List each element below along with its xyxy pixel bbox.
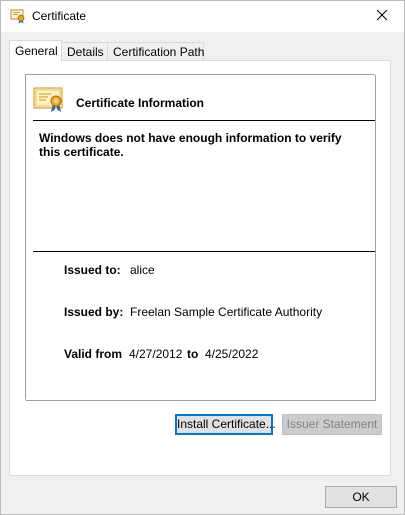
window-title: Certificate [32, 9, 87, 23]
valid-to-value: 4/25/2022 [205, 347, 259, 361]
install-certificate-button[interactable]: Install Certificate... [175, 414, 276, 435]
certificate-ribbon-icon [33, 85, 67, 113]
verification-warning: Windows does not have enough information… [39, 131, 342, 159]
issued-by-value: Freelan Sample Certificate Authority [130, 305, 323, 319]
heading-divider [33, 120, 375, 121]
ok-button[interactable]: OK [325, 486, 397, 508]
info-heading: Certificate Information [76, 96, 205, 110]
certificate-info-frame: Certificate Information Windows does not… [25, 74, 375, 400]
issued-by-label: Issued by: [64, 305, 124, 319]
valid-from-label: Valid from [64, 347, 123, 361]
issued-to-value: alice [130, 263, 155, 277]
title-bar[interactable]: Certificate [1, 1, 404, 32]
close-button[interactable] [360, 1, 404, 32]
issued-to-label: Issued to: [64, 263, 121, 277]
certificate-icon [10, 8, 26, 24]
certificate-dialog: Certificate General Details Certificatio… [0, 0, 405, 515]
close-icon [376, 9, 388, 24]
tab-general[interactable]: General [9, 40, 62, 62]
tab-details[interactable]: Details [61, 42, 108, 60]
valid-from-value: 4/27/2012 [129, 347, 183, 361]
fields-divider [33, 251, 375, 252]
tab-certification-path[interactable]: Certification Path [107, 42, 204, 60]
valid-to-label: to [187, 347, 199, 361]
issuer-statement-button: Issuer Statement [282, 414, 382, 435]
general-tab-panel: Certificate Information Windows does not… [9, 60, 391, 476]
